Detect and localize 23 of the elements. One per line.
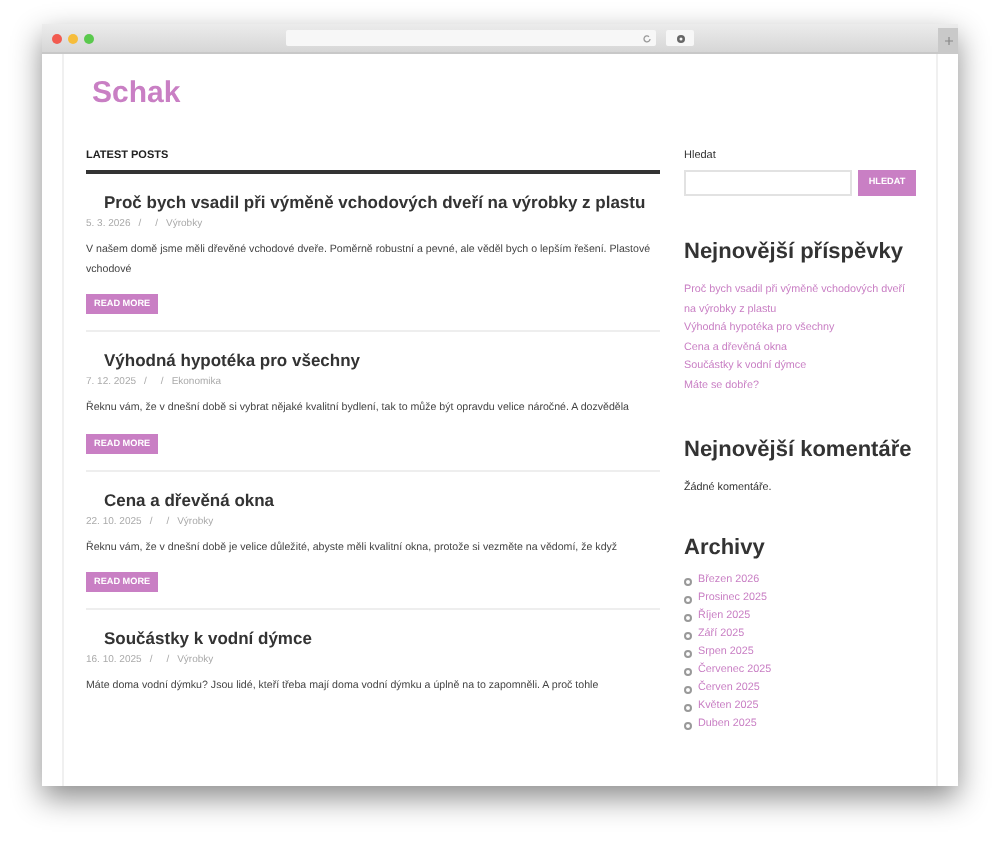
bullet-icon	[684, 577, 692, 585]
bullet-icon	[684, 721, 692, 729]
bullet-icon	[684, 613, 692, 621]
widget-heading: Nejnovější příspěvky	[684, 238, 905, 266]
post-title[interactable]: Proč bych vsadil při výměně vchodových dveří na výrobky z plastu	[104, 192, 660, 214]
site-title[interactable]: Schak	[92, 74, 914, 114]
settings-button[interactable]	[666, 30, 694, 46]
post-title[interactable]: Součástky k vodní dýmce	[104, 628, 660, 650]
bullet-icon	[684, 667, 692, 675]
new-tab-button[interactable]	[938, 28, 958, 54]
bullet-icon	[684, 595, 692, 603]
post-title[interactable]: Cena a dřevěná okna	[104, 489, 660, 511]
widget-heading: Nejnovější komentáře	[684, 436, 914, 464]
bullet-icon	[684, 685, 692, 693]
bullet-icon	[684, 703, 692, 711]
settings-icon	[675, 33, 685, 43]
widget-heading: Archivy	[684, 534, 767, 562]
post-title[interactable]: Výhodná hypotéka pro všechny	[104, 350, 660, 372]
plus-icon	[943, 36, 953, 46]
bullet-icon	[684, 649, 692, 657]
search-field[interactable]	[684, 170, 852, 196]
reload-icon[interactable]	[642, 33, 652, 43]
bullet-icon	[684, 631, 692, 639]
